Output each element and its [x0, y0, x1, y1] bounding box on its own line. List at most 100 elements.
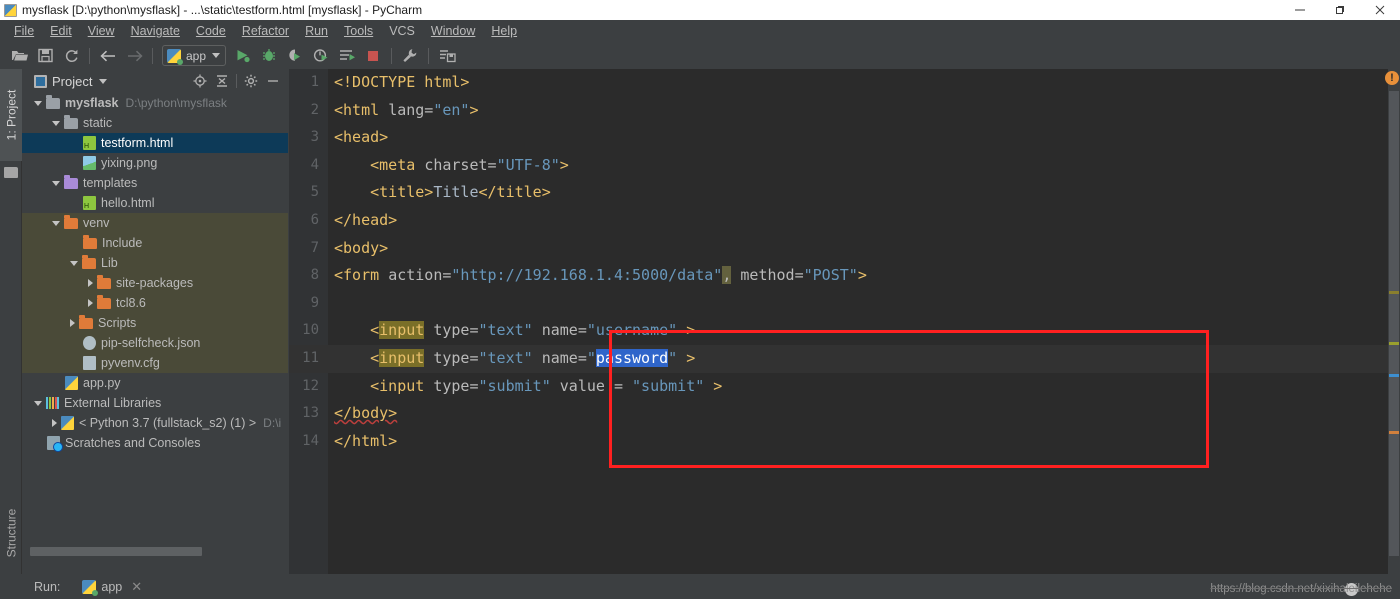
token-tag: >	[857, 266, 867, 285]
folder-orange-icon	[82, 254, 96, 269]
minimize-icon[interactable]	[1280, 0, 1320, 20]
run-tab-app[interactable]: app ✕	[82, 574, 142, 599]
menu-refactor[interactable]: Refactor	[234, 20, 297, 42]
menu-run[interactable]: Run	[297, 20, 336, 42]
tree-item-tcl8-6[interactable]: tcl8.6	[22, 293, 288, 313]
warning-badge[interactable]: !	[1385, 71, 1399, 85]
chevron-down-icon[interactable]	[34, 400, 42, 406]
close-icon[interactable]: ✕	[131, 579, 142, 595]
code-line[interactable]: 6 </head>	[289, 207, 1400, 235]
tree-item-templates[interactable]: templates	[22, 173, 288, 193]
run-dashboard-icon[interactable]	[334, 44, 360, 68]
code-line[interactable]: 8 <form action="http://192.168.1.4:5000/d…	[289, 262, 1400, 290]
tree-item-lib[interactable]: Lib	[22, 253, 288, 273]
code-line[interactable]: 10 <input type="text" name="username" >	[289, 317, 1400, 345]
run-label: Run:	[34, 579, 61, 594]
tree-item-pip-selfcheck-json[interactable]: pip-selfcheck.json	[22, 333, 288, 353]
close-icon[interactable]	[1360, 0, 1400, 20]
tree-item-venv[interactable]: venv	[22, 213, 288, 233]
line-text: </head>	[334, 207, 397, 235]
code-line[interactable]: 11 <input type="text" name="password" >	[289, 344, 1400, 373]
save-icon[interactable]	[32, 44, 58, 68]
chevron-down-icon[interactable]	[34, 100, 42, 106]
tree-item-pyvenv-cfg[interactable]: pyvenv.cfg	[22, 353, 288, 373]
open-folder-icon[interactable]	[6, 44, 32, 68]
editor-marker[interactable]	[1389, 291, 1399, 294]
stop-icon[interactable]	[360, 44, 386, 68]
favorites-folder-icon[interactable]	[4, 167, 18, 178]
editor-scrollbar-thumb[interactable]	[1389, 91, 1399, 556]
code-line[interactable]: 3 <head>	[289, 124, 1400, 152]
menu-tools[interactable]: Tools	[336, 20, 381, 42]
code-line[interactable]: 1 <!DOCTYPE html>	[289, 69, 1400, 97]
debug-icon[interactable]	[256, 44, 282, 68]
token-str: "	[586, 348, 596, 367]
chevron-down-icon[interactable]	[70, 260, 78, 266]
collapse-all-icon[interactable]	[211, 69, 233, 93]
editor-marker[interactable]	[1389, 374, 1399, 377]
chevron-right-icon[interactable]	[88, 299, 93, 307]
scrollbar-thumb[interactable]	[30, 547, 202, 556]
hide-panel-icon[interactable]	[262, 69, 284, 93]
profile-icon[interactable]	[308, 44, 334, 68]
tree-item-app-py[interactable]: app.py	[22, 373, 288, 393]
code-line[interactable]: 13 </body>	[289, 400, 1400, 428]
menu-navigate[interactable]: Navigate	[123, 20, 188, 42]
tree-item-external-libraries[interactable]: External Libraries	[22, 393, 288, 413]
tree-item-site-packages[interactable]: site-packages	[22, 273, 288, 293]
attach-debugger-icon[interactable]	[434, 44, 460, 68]
run-with-coverage-icon[interactable]	[282, 44, 308, 68]
locate-icon[interactable]	[189, 69, 211, 93]
menu-code[interactable]: Code	[188, 20, 234, 42]
project-view-chevron-icon[interactable]	[99, 78, 108, 84]
maximize-icon[interactable]	[1320, 0, 1360, 20]
editor-marker-bar[interactable]: !	[1385, 69, 1400, 574]
tree-item-scripts[interactable]: Scripts	[22, 313, 288, 333]
run-icon[interactable]	[230, 44, 256, 68]
chevron-down-icon[interactable]	[52, 120, 60, 126]
code-line[interactable]: 9	[289, 290, 1400, 318]
code-line[interactable]: 5 <title>Title</title>	[289, 179, 1400, 207]
tree-item-static[interactable]: static	[22, 113, 288, 133]
code-editor[interactable]: 1 <!DOCTYPE html> 2 <html lang="en"> 3 <head>…	[289, 69, 1400, 574]
line-text: <form action="http://192.168.1.4:5000/da…	[334, 262, 867, 290]
arrow-left-icon[interactable]	[95, 44, 121, 68]
sync-icon[interactable]	[58, 44, 84, 68]
menu-window[interactable]: Window	[423, 20, 483, 42]
code-line[interactable]: 7 <body>	[289, 235, 1400, 263]
tree-item-include[interactable]: Include	[22, 233, 288, 253]
chevron-right-icon[interactable]	[88, 279, 93, 287]
chevron-down-icon[interactable]	[52, 180, 60, 186]
code-line[interactable]: 2 <html lang="en">	[289, 97, 1400, 125]
menu-view[interactable]: View	[80, 20, 123, 42]
menu-vcs[interactable]: VCS	[381, 20, 423, 42]
tree-item-label: mysflask	[65, 96, 119, 110]
editor-marker[interactable]	[1389, 342, 1399, 345]
code-line[interactable]: 14 </html>	[289, 428, 1400, 456]
project-horizontal-scrollbar[interactable]	[30, 547, 288, 556]
project-tree[interactable]: mysflask D:\python\mysflask static testform…	[22, 93, 288, 548]
token-tag: <title>	[370, 183, 434, 202]
token-tag: <html	[334, 100, 389, 119]
tree-item-mysflask[interactable]: mysflask D:\python\mysflask	[22, 93, 288, 113]
tree-item-yixing-png[interactable]: yixing.png	[22, 153, 288, 173]
chevron-right-icon[interactable]	[52, 419, 57, 427]
run-configuration-selector[interactable]: app	[162, 45, 227, 66]
menu-edit[interactable]: Edit	[42, 20, 80, 42]
chevron-right-icon[interactable]	[70, 319, 75, 327]
wrench-icon[interactable]	[397, 44, 423, 68]
tree-item-testform-html[interactable]: testform.html	[22, 133, 288, 153]
tree-item-hello-html[interactable]: hello.html	[22, 193, 288, 213]
tool-tab-project[interactable]: 1: Project	[0, 69, 22, 161]
tree-item-python-3-7-fullstack-s2-1[interactable]: < Python 3.7 (fullstack_s2) (1) > D:\i	[22, 413, 288, 433]
tool-tab-structure[interactable]: Structure	[0, 492, 22, 574]
code-line[interactable]: 4 <meta charset="UTF-8">	[289, 152, 1400, 180]
editor-marker[interactable]	[1389, 431, 1399, 434]
gear-icon[interactable]	[240, 69, 262, 93]
menu-file[interactable]: File	[6, 20, 42, 42]
menu-help[interactable]: Help	[483, 20, 525, 42]
code-content[interactable]: 1 <!DOCTYPE html> 2 <html lang="en"> 3 <head>…	[289, 69, 1400, 574]
chevron-down-icon[interactable]	[52, 220, 60, 226]
tree-item-scratches-and-consoles[interactable]: Scratches and Consoles	[22, 433, 288, 453]
code-line[interactable]: 12 <input type="submit" value = "submit"…	[289, 373, 1400, 401]
